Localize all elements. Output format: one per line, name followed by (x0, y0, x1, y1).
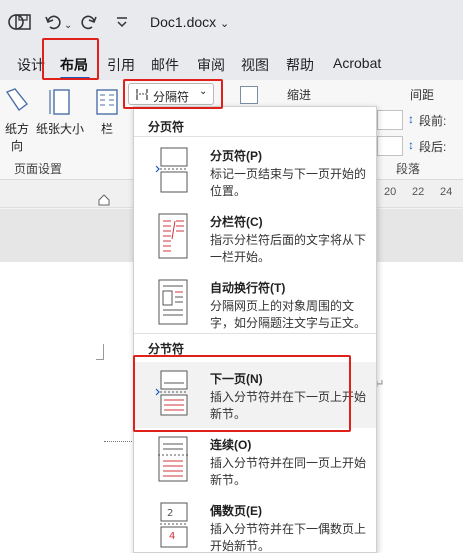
menu-item-title: 分栏符(C) (210, 215, 263, 229)
menu-item-title: 偶数页(E) (210, 504, 262, 518)
chevron-down-icon: ⌄ (220, 18, 230, 30)
ribbon-tabs: 设计 布局 引用 邮件 审阅 视图 帮助 Acrobat (0, 46, 463, 80)
ruler-mark: 24 (440, 186, 453, 198)
menu-item-continuous[interactable]: 连续(O) 插入分节符并在同一页上开始新节。 (134, 428, 376, 494)
text-wrapping-break-icon (158, 279, 188, 325)
menu-item-desc: 插入分节符并在下一偶数页上开始新节。 (210, 522, 367, 553)
chevron-down-icon: ⌄ (199, 86, 208, 97)
save-icon[interactable] (14, 13, 32, 35)
undo-icon[interactable] (44, 13, 62, 35)
even-page-section-icon: 24 (160, 502, 188, 548)
size-button[interactable]: 纸张大小 (34, 88, 86, 137)
size-label: 纸张大小 (35, 122, 84, 136)
chevron-down-icon[interactable]: ⌄ (64, 17, 72, 35)
columns-icon (96, 89, 118, 115)
tab-help[interactable]: 帮助 (286, 55, 314, 75)
page-size-icon (49, 89, 70, 115)
section-break-dots (104, 441, 134, 442)
indent-left-input[interactable] (377, 110, 403, 130)
orientation-button[interactable]: 纸方向 (0, 88, 34, 154)
document-title[interactable]: Doc1.docx ⌄ (150, 14, 229, 30)
breaks-label: 分隔符 (153, 90, 190, 104)
menu-item-title: 自动换行符(T) (210, 281, 286, 295)
spacing-after-label: 段后: (419, 140, 447, 154)
group-label-paragraph: 段落 (396, 162, 421, 176)
menu-item-text-wrapping-break[interactable]: 自动换行符(T) 分隔网页上的对象周围的文字，如分隔题注文字与正文。 (134, 271, 376, 337)
menu-item-even-page[interactable]: 24 偶数页(E) 插入分节符并在下一偶数页上开始新节。 (134, 494, 376, 553)
menu-item-desc: 分隔网页上的对象周围的文字，如分隔题注文字与正文。 (210, 299, 367, 330)
continuous-section-icon (158, 436, 188, 482)
spacing-label: 间距 (410, 88, 435, 102)
redo-icon[interactable] (80, 13, 98, 35)
group-label-page-setup: 页面设置 (14, 162, 63, 176)
spacing-after-icon: ↕ (408, 138, 414, 152)
menu-item-desc: 插入分节符并在下一页上开始新节。 (210, 390, 367, 421)
margin-corner-mark (96, 344, 104, 360)
tab-view[interactable]: 视图 (241, 55, 269, 75)
breaks-button[interactable]: 分隔符 ⌄ (128, 83, 214, 105)
menu-item-title: 下一页(N) (210, 372, 263, 386)
title-bar: ⌄ Doc1.docx ⌄ (0, 0, 463, 46)
ruler-mark: 20 (384, 186, 397, 198)
menu-item-page-break[interactable]: 分页符(P) 标记一页结束与下一页开始的位置。 (134, 139, 376, 205)
menu-item-desc: 插入分节符并在同一页上开始新节。 (210, 456, 367, 487)
indent-label: 缩进 (287, 88, 312, 102)
columns-label: 栏 (100, 122, 113, 136)
menu-item-desc: 标记一页结束与下一页开始的位置。 (210, 167, 367, 198)
divider (134, 136, 376, 137)
breaks-dropdown: 分页符 分页符(P) 标记一页结束与下一页开始的位置。 分栏符(C) 指示分栏符… (133, 106, 377, 553)
svg-text:4: 4 (169, 531, 175, 542)
menu-item-desc: 指示分栏符后面的文字将从下一栏开始。 (210, 233, 367, 264)
section-breaks-header: 分节符 (148, 342, 185, 356)
breaks-icon (135, 87, 149, 104)
spacing-before-icon: ↕ (408, 112, 414, 126)
tab-mailings[interactable]: 邮件 (151, 55, 179, 75)
orientation-icon (5, 88, 28, 112)
page-breaks-header: 分页符 (148, 120, 185, 134)
tab-layout[interactable]: 布局 (60, 55, 88, 75)
spacing-before-label: 段前: (419, 114, 447, 128)
divider (134, 333, 376, 334)
next-page-section-icon (155, 370, 188, 416)
column-break-icon (158, 213, 188, 259)
tab-review[interactable]: 审阅 (197, 55, 225, 75)
document-title-text: Doc1.docx (150, 14, 217, 30)
orientation-label: 纸方向 (4, 122, 29, 153)
indent-right-input[interactable] (377, 136, 403, 156)
indent-marker-icon[interactable] (98, 194, 110, 206)
tab-design[interactable]: 设计 (17, 55, 45, 75)
menu-item-title: 连续(O) (210, 438, 252, 452)
columns-button[interactable]: 栏 (92, 88, 122, 137)
menu-item-next-page[interactable]: 下一页(N) 插入分节符并在下一页上开始新节。 (134, 362, 376, 428)
svg-text:2: 2 (167, 508, 173, 519)
ruler-mark: 22 (412, 186, 425, 198)
line-numbers-icon[interactable] (240, 86, 258, 104)
menu-item-title: 分页符(P) (210, 149, 262, 163)
tab-references[interactable]: 引用 (107, 55, 135, 75)
menu-item-column-break[interactable]: 分栏符(C) 指示分栏符后面的文字将从下一栏开始。 (134, 205, 376, 271)
page-break-icon (155, 147, 188, 193)
tab-acrobat[interactable]: Acrobat (333, 55, 381, 71)
customize-quick-access-icon[interactable] (114, 13, 130, 35)
